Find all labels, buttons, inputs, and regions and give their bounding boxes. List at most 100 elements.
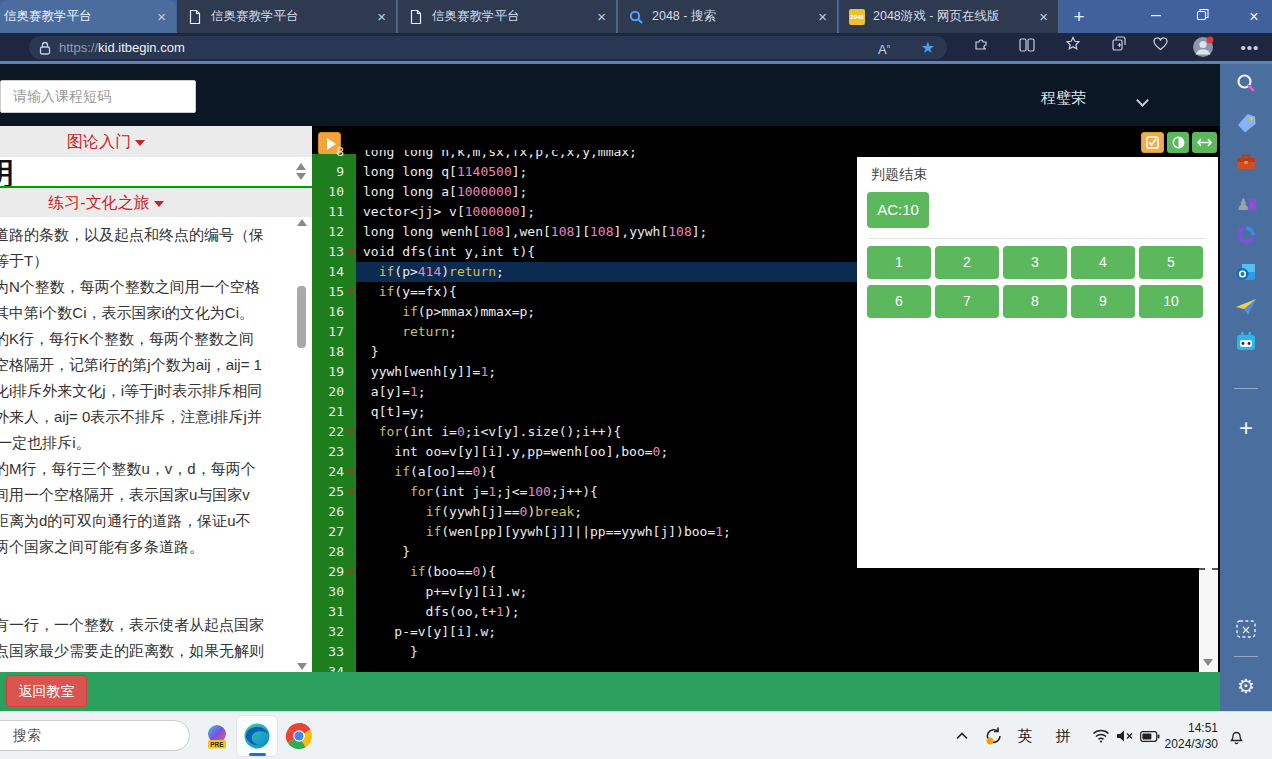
line-number: 16 — [312, 302, 356, 322]
test-case-button[interactable]: 9 — [1071, 285, 1135, 318]
test-case-button[interactable]: 8 — [1003, 285, 1067, 318]
scrollbar-thumb[interactable] — [297, 286, 306, 348]
split-screen-icon[interactable] — [1015, 36, 1039, 59]
test-case-button[interactable]: 4 — [1071, 246, 1135, 279]
username[interactable]: 程璧荣 — [1041, 89, 1086, 108]
extensions-icon[interactable] — [969, 36, 993, 59]
code-line: p-=v[y][i].w; — [356, 622, 1218, 642]
browser-tab[interactable]: 20482048游戏 - 网页在线版× — [839, 0, 1059, 33]
browser-tab[interactable]: 信奥赛教学平台× — [0, 0, 176, 33]
browser-essentials-icon[interactable] — [1148, 36, 1172, 59]
course-title-dropdown[interactable]: 图论入门 — [0, 126, 312, 157]
edge-running-indicator — [249, 753, 266, 756]
test-case-button[interactable]: 10 — [1139, 285, 1203, 318]
profile-avatar[interactable] — [1192, 36, 1214, 62]
fold-marker-icon[interactable] — [347, 489, 355, 494]
chrome-icon[interactable] — [283, 712, 315, 759]
problem-text-line — [0, 560, 294, 586]
browser-tab[interactable]: 信奥赛教学平台× — [177, 0, 397, 33]
line-number: 25 — [312, 482, 356, 502]
judge-score-badge: AC:10 — [867, 192, 929, 228]
copilot-icon[interactable]: PRE — [200, 712, 234, 759]
sidebar-add-icon[interactable]: + — [1220, 414, 1272, 442]
test-case-button[interactable]: 5 — [1139, 246, 1203, 279]
browser-tab[interactable]: 信奥赛教学平台× — [398, 0, 617, 33]
problem-scrollbar[interactable] — [294, 217, 310, 672]
lesson-title-dropdown[interactable]: 练习-文化之旅 — [0, 188, 312, 217]
wifi-icon[interactable] — [1088, 712, 1114, 759]
favorite-star-icon[interactable]: ★ — [916, 36, 940, 59]
ime-pinyin-indicator[interactable]: 拼 — [1050, 712, 1076, 759]
ime-language-indicator[interactable]: 英 — [1012, 712, 1038, 759]
editor-gutter: 8910111213141516171819202122232425262728… — [312, 154, 356, 672]
minimize-button[interactable] — [1136, 0, 1176, 33]
sidebar-settings-icon[interactable]: ⚙ — [1220, 674, 1272, 698]
fold-marker-icon[interactable] — [347, 469, 355, 474]
taskbar: 搜索 PRE 英 拼 14:512024/3/30 — [0, 711, 1272, 759]
sidebar-screenshot-icon[interactable] — [1220, 618, 1272, 646]
judge-panel: 判题结束 AC:10 12345678910 — [857, 157, 1218, 568]
code-line: if(p>414)return; — [356, 262, 857, 282]
sidebar-robot-icon[interactable] — [1220, 330, 1272, 358]
line-number: 8 — [312, 142, 356, 162]
edge-taskbar-highlight[interactable] — [236, 715, 278, 757]
test-case-button[interactable]: 1 — [867, 246, 931, 279]
scroll-down-icon[interactable] — [297, 663, 307, 670]
fold-marker-icon[interactable] — [347, 569, 355, 574]
problem-text-line: 空格隔开，记第i行的第j个数为aij，aij= 1 — [0, 352, 294, 378]
sidebar-games-icon[interactable]: ♟♜ — [1220, 191, 1272, 219]
tab-close-icon[interactable]: × — [818, 8, 827, 25]
sidebar-tools-icon[interactable] — [1220, 152, 1272, 176]
line-number: 12 — [312, 222, 356, 242]
sidebar-outlook-icon[interactable] — [1220, 261, 1272, 287]
sidebar-shopping-icon[interactable] — [1220, 112, 1272, 138]
url-host: kid.itbegin.com — [98, 40, 185, 55]
browser-tab[interactable]: 2048 - 搜索× — [618, 0, 838, 33]
new-tab-button[interactable]: + — [1066, 4, 1092, 30]
course-code-input[interactable]: 请输入课程短码 — [0, 80, 196, 113]
fold-marker-icon[interactable] — [347, 429, 355, 434]
test-case-button[interactable]: 6 — [867, 285, 931, 318]
problem-text-line: 点国家最少需要走的距离数，如果无解则 — [0, 638, 294, 664]
collections-icon[interactable] — [1061, 36, 1085, 59]
notification-bell-icon[interactable] — [1222, 712, 1250, 759]
restore-button[interactable] — [1182, 0, 1222, 33]
url-field[interactable]: https://kid.itbegin.com — [29, 36, 947, 59]
sidebar-m365-icon[interactable] — [1220, 224, 1272, 250]
scroll-up-icon[interactable] — [297, 219, 307, 226]
test-case-button[interactable]: 2 — [935, 246, 999, 279]
sidebar-drop-icon[interactable] — [1220, 296, 1272, 322]
test-case-button[interactable]: 3 — [1003, 246, 1067, 279]
heading-scroll-arrows[interactable] — [296, 163, 306, 180]
code-line: p+=v[y][i].w; — [356, 582, 1218, 602]
sync-status-icon[interactable] — [980, 712, 1008, 759]
url-scheme: https:// — [59, 40, 98, 55]
taskbar-chevron-up-icon[interactable] — [950, 712, 974, 759]
scroll-down-icon[interactable] — [1203, 659, 1213, 666]
fold-marker-icon[interactable] — [347, 289, 355, 294]
tab-close-icon[interactable]: × — [1039, 8, 1048, 25]
volume-muted-icon[interactable] — [1112, 712, 1138, 759]
date: 2024/3/30 — [1165, 736, 1218, 752]
read-aloud-icon[interactable]: Aⁿ — [872, 36, 896, 59]
fold-marker-icon[interactable] — [347, 249, 355, 254]
problem-description: 一行五个整数N，K，M，S，T，相邻两个道路的条数，以及起点和终点的编号（保等于… — [0, 217, 294, 672]
tab-close-icon[interactable]: × — [157, 8, 166, 25]
tab-close-icon[interactable]: × — [597, 8, 606, 25]
back-to-classroom-button[interactable]: 返回教室 — [6, 675, 87, 707]
tab-close-icon[interactable]: × — [377, 8, 386, 25]
sidebar-search-icon[interactable] — [1220, 72, 1272, 98]
battery-icon[interactable] — [1136, 712, 1164, 759]
line-number: 9 — [312, 162, 356, 182]
close-window-button[interactable]: × — [1234, 0, 1272, 33]
taskbar-clock[interactable]: 14:512024/3/30 — [1165, 720, 1218, 752]
editor-scrollbar[interactable] — [1199, 568, 1218, 672]
taskbar-search[interactable]: 搜索 — [0, 720, 190, 751]
browser-menu-icon[interactable]: ••• — [1238, 36, 1262, 59]
duplicate-tab-icon[interactable] — [1107, 36, 1131, 59]
problem-text-line: 化i排斥外来文化j，i等于j时表示排斥相同 — [0, 378, 294, 404]
line-number: 23 — [312, 442, 356, 462]
test-case-button[interactable]: 7 — [935, 285, 999, 318]
line-number: 20 — [312, 382, 356, 402]
line-number: 30 — [312, 582, 356, 602]
